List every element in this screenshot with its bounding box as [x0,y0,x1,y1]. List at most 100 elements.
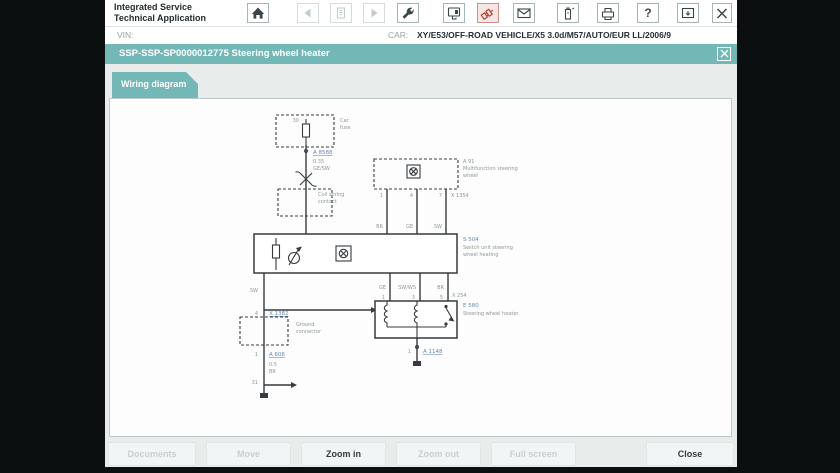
tab-label: Wiring diagram [121,79,186,89]
label-mid-w2: SW/WS [398,285,416,291]
wiring-diagram-panel: 30 Car fuse A 8588 0.35 GE/SW Coil sprin… [109,98,732,437]
app-title: Integrated Service Technical Application [114,2,206,24]
app-close-button[interactable] [712,3,732,23]
printer-icon [600,6,616,21]
move-button-label: Move [237,449,260,459]
vehicle-info-bar: VIN: CAR: XY/E53/OFF-ROAD VEHICLE/X5 3.0… [105,27,737,44]
label-mf-pin3: 7 [439,193,442,199]
label-groundbox-1: Ground [296,322,314,328]
label-mf-pin1: 1 [380,193,383,199]
label-coilspring-2: contact [318,199,337,205]
label-heater-pin3: 5 [440,295,443,301]
wiring-diagram-svg: 30 Car fuse A 8588 0.35 GE/SW Coil sprin… [110,99,731,436]
label-mf-pin2: 4 [410,193,413,199]
label-wire-spec2: GE/SW [313,166,330,172]
documents-button-label: Documents [127,449,176,459]
zoom-in-button-label: Zoom in [326,449,361,459]
help-button[interactable]: ? [637,3,659,23]
label-mid-w3: BR [437,285,444,291]
label-mf-w1: BR [376,224,383,230]
history-icon [333,6,349,20]
dialog-title-bar: SSP-SSP-SP0000012775 Steering wheel heat… [105,44,737,64]
label-mf-id: A 91 [463,159,474,165]
documents-button[interactable]: Documents [108,442,196,466]
forward-icon [366,6,382,20]
label-mf-conn: X 1354 [451,193,469,199]
messages-button[interactable] [513,3,535,23]
label-connector-a1148[interactable]: A 1148 [423,349,443,355]
tab-wiring-diagram[interactable]: Wiring diagram [112,72,198,98]
label-heater-pin2: 3 [412,295,415,301]
label-terminal-31: 31 [252,380,258,386]
close-button-label: Close [678,449,703,459]
dialog-title: SSP-SSP-SP0000012775 Steering wheel heat… [119,48,330,59]
help-icon: ? [644,7,651,19]
dialog-close-button[interactable] [717,47,731,61]
fuse-symbol [303,119,310,145]
mail-icon [516,6,532,20]
label-mid-w1: GE [379,285,386,291]
connection-button[interactable] [477,3,499,23]
full-screen-button[interactable]: Full screen [491,442,576,466]
label-heater-id[interactable]: E 580 [463,303,479,309]
settings-button[interactable] [397,3,419,23]
label-connector-x1382[interactable]: X 1382 [269,311,289,317]
label-heater-pin1: 1 [382,295,385,301]
label-ground-pin-bot: 1 [255,352,258,358]
label-heater-name: Steering wheel heater [463,311,519,317]
label-mf-w2: GE [406,224,413,230]
label-groundbox-2: connector [296,329,322,335]
zoom-out-button[interactable]: Zoom out [396,442,481,466]
label-leftleg-color: SW [250,288,258,294]
label-ground-pin-top: 4 [255,311,258,317]
label-connector-a606[interactable]: A 606 [269,352,286,358]
car-value: XY/E53/OFF-ROAD VEHICLE/X5 3.0d/M57/AUTO… [417,30,671,40]
full-screen-button-label: Full screen [510,449,558,459]
label-ground-spec1: 0.5 [269,362,277,368]
ground-terminal [260,393,268,398]
zoom-in-button[interactable]: Zoom in [301,442,386,466]
app-title-line1: Integrated Service [114,2,206,13]
label-connector-a8588[interactable]: A 8588 [313,150,333,156]
history-button[interactable] [330,3,352,23]
dialog-close-icon [720,45,729,63]
presentation-button[interactable] [677,3,699,23]
vin-label: VIN: [117,30,134,40]
zoom-out-button-label: Zoom out [418,449,459,459]
wrench-icon [400,6,416,20]
connector-icon [480,6,496,21]
move-button[interactable]: Move [206,442,291,466]
battery-button[interactable] [557,3,579,23]
label-switchunit-id[interactable]: S 504 [463,237,479,243]
app-window: Integrated Service Technical Application [105,0,737,467]
label-wire-spec1: 0.35 [313,159,324,165]
forward-button[interactable] [363,3,385,23]
label-fuse-2: fuse [340,125,351,131]
label-ground-spec2: BR [269,369,276,375]
battery-icon [560,6,576,21]
label-fuse-pin: 30 [293,118,299,124]
home-button[interactable] [247,3,269,23]
device-icon [446,6,462,21]
ground-arrow [291,382,297,388]
print-button[interactable] [597,3,619,23]
presentation-icon [680,6,696,20]
label-mf-w3: SW [434,224,442,230]
vehicle-interface-button[interactable] [443,3,465,23]
back-icon [300,6,316,20]
switch-unit-box [254,234,457,273]
heater-ground-terminal [413,361,421,366]
toolbar: Integrated Service Technical Application [105,0,737,27]
back-button[interactable] [297,3,319,23]
steering-wheel-icon [407,165,420,178]
app-title-line2: Technical Application [114,13,206,24]
close-icon [715,7,729,20]
label-switchunit-1: Switch unit steering [463,245,513,251]
label-mid-conn: X 254 [452,293,467,299]
label-fuse-1: Car [340,118,350,124]
home-icon [250,6,266,20]
label-coilspring-1: Coil spring [318,192,344,198]
label-heaterexit-pin: 1 [408,349,411,355]
label-mf-2: wheel [463,173,478,179]
close-button[interactable]: Close [646,442,734,466]
